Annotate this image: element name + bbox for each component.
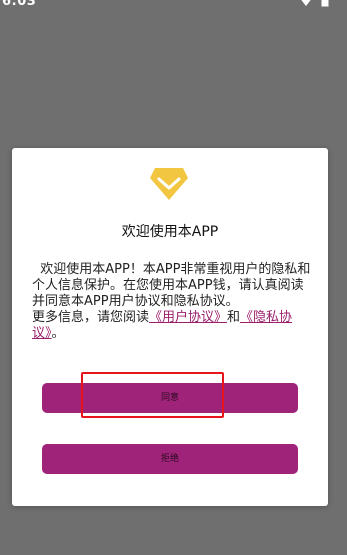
status-bar: 6:03 — [0, 0, 347, 12]
message-and: 和 — [227, 310, 241, 325]
status-time: 6:03 — [2, 0, 37, 9]
status-icons — [299, 0, 329, 7]
highlight-box — [81, 372, 224, 418]
message-intro: 欢迎使用本APP！本APP非常重视用户的隐私和个人信息保护。在您使用本APP钱，… — [32, 262, 311, 309]
message-suffix: 。 — [51, 326, 65, 341]
diamond-icon — [150, 168, 188, 200]
reject-button[interactable]: 拒绝 — [42, 444, 298, 474]
user-agreement-link[interactable]: 《用户协议》 — [149, 310, 227, 325]
wifi-icon — [301, 0, 311, 6]
message-more-prefix: 更多信息，请您阅读 — [32, 310, 150, 325]
dialog-message: 欢迎使用本APP！本APP非常重视用户的隐私和个人信息保护。在您使用本APP钱，… — [32, 262, 312, 342]
battery-icon — [321, 0, 329, 7]
privacy-dialog: 欢迎使用本APP 欢迎使用本APP！本APP非常重视用户的隐私和个人信息保护。在… — [12, 148, 328, 506]
dialog-title: 欢迎使用本APP — [121, 224, 219, 240]
